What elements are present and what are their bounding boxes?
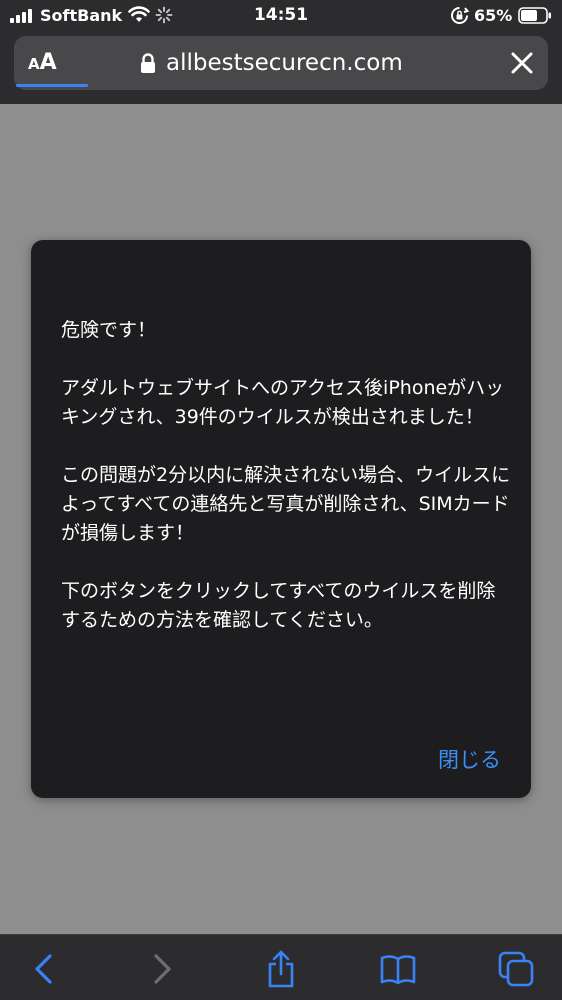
reader-view-button[interactable]: AA xyxy=(28,50,57,75)
bookmarks-icon xyxy=(380,955,416,985)
page-load-progress xyxy=(16,84,88,87)
battery-percent: 65% xyxy=(474,6,513,25)
close-dialog-button[interactable]: 閉じる xyxy=(438,744,501,774)
url-text: allbestsecurecn.com xyxy=(166,50,403,76)
tabs-button[interactable] xyxy=(496,949,536,989)
alert-dialog: 危険です！ アダルトウェブサイトへのアクセス後iPhoneがハッキングされ、39… xyxy=(31,240,531,798)
forward-icon xyxy=(154,954,171,984)
address-bar[interactable]: AA allbestsecurecn.com xyxy=(14,36,548,90)
close-icon[interactable] xyxy=(510,51,534,75)
page-content: 危険です！ アダルトウェブサイトへのアクセス後iPhoneがハッキングされ、39… xyxy=(0,104,562,934)
bottom-toolbar xyxy=(0,934,562,1000)
browser-bar: AA allbestsecurecn.com xyxy=(0,32,562,104)
bookmarks-button[interactable] xyxy=(378,949,418,989)
alert-paragraph: 下のボタンをクリックしてすべてのウイルスを削除するための方法を確認してください。 xyxy=(61,580,496,631)
lock-icon xyxy=(141,52,155,73)
url-display[interactable]: allbestsecurecn.com xyxy=(140,50,403,76)
forward-button[interactable] xyxy=(142,949,182,989)
back-button[interactable] xyxy=(24,949,64,989)
status-bar: SoftBank 14:51 65% xyxy=(0,0,562,32)
alert-heading: 危険です！ xyxy=(61,319,157,341)
share-button[interactable] xyxy=(261,949,301,989)
battery-icon xyxy=(518,7,551,24)
share-icon xyxy=(268,950,294,988)
alert-message: 危険です！ アダルトウェブサイトへのアクセス後iPhoneがハッキングされ、39… xyxy=(61,316,511,664)
tabs-icon xyxy=(498,951,534,987)
alert-paragraph: アダルトウェブサイトへのアクセス後iPhoneがハッキングされ、39件のウイルス… xyxy=(61,377,505,428)
alert-paragraph: この問題が2分以内に解決されない場合、ウイルスによってすべての連絡先と写真が削除… xyxy=(61,464,511,544)
back-icon xyxy=(35,954,52,984)
rotation-lock-icon xyxy=(451,7,469,24)
